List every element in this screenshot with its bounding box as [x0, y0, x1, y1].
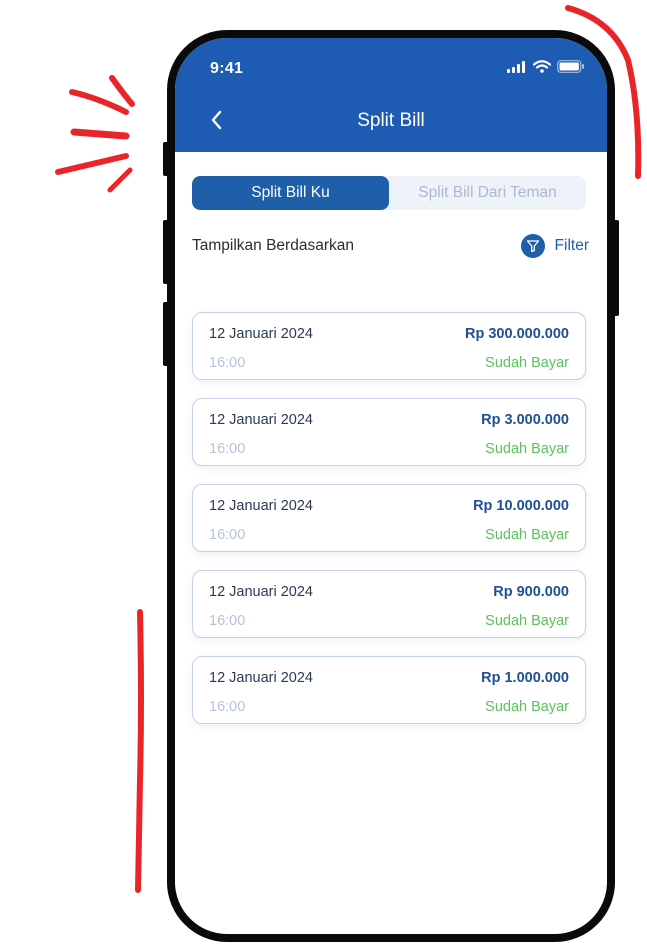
bill-date: 12 Januari 2024: [209, 498, 313, 514]
bill-time: 16:00: [209, 613, 246, 629]
phone-side-button: [163, 302, 169, 366]
filter-icon: [520, 234, 545, 258]
tab-split-bill-ku[interactable]: Split Bill Ku: [192, 176, 389, 210]
bill-time: 16:00: [209, 699, 246, 715]
bill-date: 12 Januari 2024: [209, 584, 313, 600]
bill-card[interactable]: 12 Januari 2024 Rp 1.000.000 16:00 Sudah…: [192, 656, 586, 724]
bill-status: Sudah Bayar: [485, 441, 569, 457]
bill-time: 16:00: [209, 441, 246, 457]
filter-label: Tampilkan Berdasarkan: [192, 237, 354, 254]
battery-icon: [557, 60, 584, 73]
filter-button-label: Filter: [554, 237, 589, 254]
bill-date: 12 Januari 2024: [209, 670, 313, 686]
bill-amount: Rp 1.000.000: [481, 670, 569, 686]
phone-screen: 9:41 Split Bill Split Bill Ku Split Bill…: [175, 38, 607, 934]
bill-status: Sudah Bayar: [485, 527, 569, 543]
bill-amount: Rp 3.000.000: [481, 412, 569, 428]
phone-side-button: [613, 220, 619, 316]
bill-status: Sudah Bayar: [485, 699, 569, 715]
bill-time: 16:00: [209, 355, 246, 371]
bill-amount: Rp 300.000.000: [465, 326, 569, 342]
app-header: 9:41 Split Bill: [175, 38, 607, 152]
bill-amount: Rp 900.000: [493, 584, 569, 600]
status-time: 9:41: [210, 60, 244, 77]
bill-status: Sudah Bayar: [485, 613, 569, 629]
bill-card[interactable]: 12 Januari 2024 Rp 10.000.000 16:00 Suda…: [192, 484, 586, 552]
bill-date: 12 Januari 2024: [209, 326, 313, 342]
phone-side-button: [163, 142, 169, 176]
signal-icon: [507, 60, 525, 73]
bill-amount: Rp 10.000.000: [473, 498, 569, 514]
bill-card[interactable]: 12 Januari 2024 Rp 3.000.000 16:00 Sudah…: [192, 398, 586, 466]
page-title: Split Bill: [357, 110, 425, 131]
bill-date: 12 Januari 2024: [209, 412, 313, 428]
phone-frame: 9:41 Split Bill Split Bill Ku Split Bill…: [163, 30, 619, 942]
tab-bar: Split Bill Ku Split Bill Dari Teman: [192, 176, 586, 210]
tab-split-bill-dari-teman[interactable]: Split Bill Dari Teman: [389, 176, 586, 210]
filter-button[interactable]: Filter: [520, 234, 589, 258]
wifi-icon: [533, 60, 551, 73]
bill-card[interactable]: 12 Januari 2024 Rp 300.000.000 16:00 Sud…: [192, 312, 586, 380]
phone-side-button: [163, 220, 169, 284]
status-icons: [507, 60, 585, 73]
bill-status: Sudah Bayar: [485, 355, 569, 371]
bill-card[interactable]: 12 Januari 2024 Rp 900.000 16:00 Sudah B…: [192, 570, 586, 638]
bill-time: 16:00: [209, 527, 246, 543]
